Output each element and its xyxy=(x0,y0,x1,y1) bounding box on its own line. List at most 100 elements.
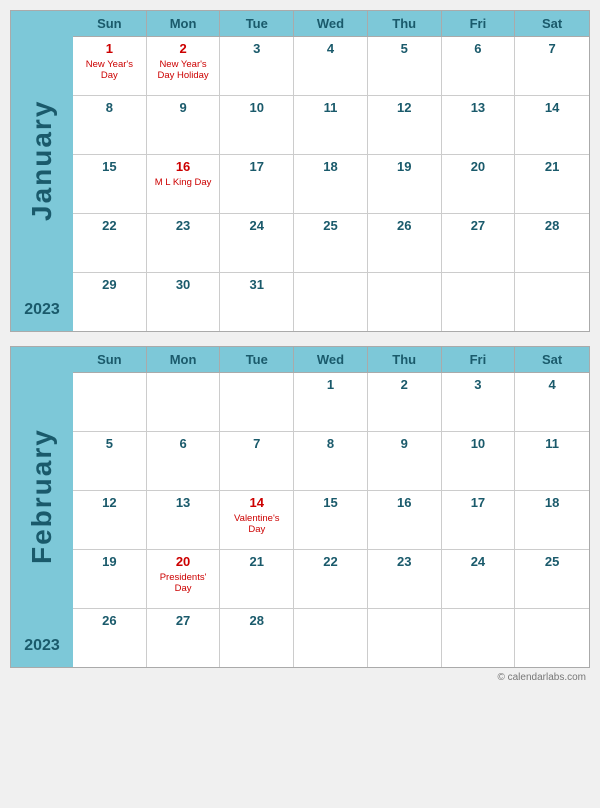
day-cell-4-0: 29 xyxy=(73,273,147,331)
day-num-30: 30 xyxy=(176,277,190,294)
day-header-mon: Mon xyxy=(147,347,221,372)
day-num-2: 2 xyxy=(179,41,186,58)
day-cell-4-2: 31 xyxy=(220,273,294,331)
calendar-grid-january: SunMonTueWedThuFriSat1New Year's Day2New… xyxy=(73,11,589,331)
day-num-11: 11 xyxy=(324,100,338,117)
day-cell-0-4: 5 xyxy=(368,37,442,95)
day-num-26: 26 xyxy=(397,218,411,235)
day-num-1: 1 xyxy=(327,377,334,394)
day-headers-row: SunMonTueWedThuFriSat xyxy=(73,11,589,37)
day-num-12: 12 xyxy=(102,495,116,512)
month-year-february: 2023 xyxy=(24,637,60,655)
day-num-21: 21 xyxy=(545,159,559,176)
day-cell-3-0: 22 xyxy=(73,214,147,272)
day-header-fri: Fri xyxy=(442,347,516,372)
week-row-1: 5 6 7 8 9 10 11 xyxy=(73,432,589,491)
day-cell-4-6 xyxy=(515,273,589,331)
day-header-wed: Wed xyxy=(294,347,368,372)
day-cell-4-5 xyxy=(442,273,516,331)
day-num-1: 1 xyxy=(106,41,113,58)
day-cell-4-6 xyxy=(515,609,589,667)
day-num-24: 24 xyxy=(250,218,264,235)
day-num-4: 4 xyxy=(549,377,556,394)
week-row-0: 1New Year's Day2New Year's Day Holiday34… xyxy=(73,37,589,96)
day-num-17: 17 xyxy=(250,159,264,176)
month-year-january: 2023 xyxy=(24,301,60,319)
day-cell-1-4: 9 xyxy=(368,432,442,490)
day-cell-3-5: 24 xyxy=(442,550,516,608)
day-cell-1-5: 13 xyxy=(442,96,516,154)
day-cell-0-5: 6 xyxy=(442,37,516,95)
month-name-january: January xyxy=(26,19,58,301)
day-header-thu: Thu xyxy=(368,11,442,36)
day-cell-1-6: 11 xyxy=(515,432,589,490)
day-cell-0-0: 1New Year's Day xyxy=(73,37,147,95)
day-num-19: 19 xyxy=(102,554,116,571)
month-label-col-january: January2023 xyxy=(11,11,73,331)
day-num-13: 13 xyxy=(471,100,485,117)
day-cell-1-3: 8 xyxy=(294,432,368,490)
day-cell-2-2: 14Valentine's Day xyxy=(220,491,294,549)
day-num-16: 16 xyxy=(397,495,411,512)
day-header-sun: Sun xyxy=(73,11,147,36)
holiday-label-2: New Year's Day Holiday xyxy=(152,59,215,82)
day-num-24: 24 xyxy=(471,554,485,571)
day-num-14: 14 xyxy=(250,495,264,512)
day-num-18: 18 xyxy=(545,495,559,512)
day-num-10: 10 xyxy=(250,100,264,117)
day-num-14: 14 xyxy=(545,100,559,117)
day-cell-2-0: 15 xyxy=(73,155,147,213)
day-headers-row: SunMonTueWedThuFriSat xyxy=(73,347,589,373)
day-cell-4-3 xyxy=(294,273,368,331)
day-num-6: 6 xyxy=(179,436,186,453)
day-cell-1-2: 10 xyxy=(220,96,294,154)
day-cell-1-2: 7 xyxy=(220,432,294,490)
day-cell-0-3: 1 xyxy=(294,373,368,431)
day-cell-1-5: 10 xyxy=(442,432,516,490)
day-cell-4-0: 26 xyxy=(73,609,147,667)
day-cell-4-5 xyxy=(442,609,516,667)
day-num-5: 5 xyxy=(106,436,113,453)
day-cell-1-3: 11 xyxy=(294,96,368,154)
day-num-16: 16 xyxy=(176,159,190,176)
day-cell-2-6: 21 xyxy=(515,155,589,213)
holiday-label-20: Presidents' Day xyxy=(152,572,215,595)
day-cell-0-4: 2 xyxy=(368,373,442,431)
day-cell-1-1: 9 xyxy=(147,96,221,154)
day-cell-3-2: 24 xyxy=(220,214,294,272)
day-num-7: 7 xyxy=(549,41,556,58)
week-row-4: 262728 xyxy=(73,609,589,667)
month-block-january: January2023SunMonTueWedThuFriSat1New Yea… xyxy=(10,10,590,332)
day-num-22: 22 xyxy=(102,218,116,235)
day-header-wed: Wed xyxy=(294,11,368,36)
day-header-fri: Fri xyxy=(442,11,516,36)
day-num-9: 9 xyxy=(401,436,408,453)
day-num-25: 25 xyxy=(323,218,337,235)
day-cell-4-4 xyxy=(368,609,442,667)
day-num-11: 11 xyxy=(545,436,559,453)
holiday-label-16: M L King Day xyxy=(155,177,212,188)
day-num-7: 7 xyxy=(253,436,260,453)
month-name-february: February xyxy=(26,355,58,637)
day-cell-4-1: 30 xyxy=(147,273,221,331)
day-cell-3-6: 25 xyxy=(515,550,589,608)
day-cell-1-4: 12 xyxy=(368,96,442,154)
day-num-23: 23 xyxy=(397,554,411,571)
day-cell-2-2: 17 xyxy=(220,155,294,213)
day-num-9: 9 xyxy=(179,100,186,117)
day-cell-2-3: 15 xyxy=(294,491,368,549)
day-num-5: 5 xyxy=(401,41,408,58)
day-header-sat: Sat xyxy=(515,347,589,372)
day-num-22: 22 xyxy=(323,554,337,571)
day-header-tue: Tue xyxy=(220,11,294,36)
day-cell-4-3 xyxy=(294,609,368,667)
day-cell-3-1: 23 xyxy=(147,214,221,272)
day-cell-0-2: 3 xyxy=(220,37,294,95)
footer-credit: © calendarlabs.com xyxy=(10,672,590,683)
day-num-12: 12 xyxy=(397,100,411,117)
day-num-19: 19 xyxy=(397,159,411,176)
day-num-20: 20 xyxy=(176,554,190,571)
day-cell-3-3: 22 xyxy=(294,550,368,608)
day-cell-4-1: 27 xyxy=(147,609,221,667)
day-cell-0-1: 2New Year's Day Holiday xyxy=(147,37,221,95)
